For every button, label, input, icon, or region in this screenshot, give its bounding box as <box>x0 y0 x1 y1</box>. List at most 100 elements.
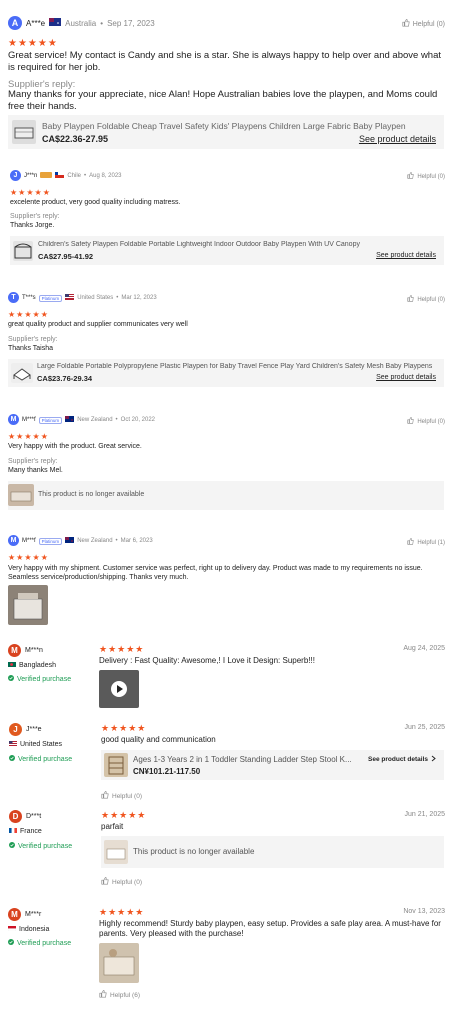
reviewer-country: United States <box>20 741 63 748</box>
helpful-button[interactable]: Helpful (0) <box>407 295 445 304</box>
review-date: Mar 12, 2023 <box>121 295 157 301</box>
review-text: Great service! My contact is Candy and s… <box>8 50 442 73</box>
product-unavailable-card: This product is no longer available <box>8 481 444 510</box>
review-text: Delivery : Fast Quality: Awesome,! I Lov… <box>99 656 315 665</box>
platinum-badge-icon: Platinum <box>38 416 63 424</box>
helpful-button[interactable]: Helpful (6) <box>99 990 140 1000</box>
product-thumbnail <box>12 120 36 144</box>
product-card[interactable]: Ages 1-3 Years 2 in 1 Toddler Standing L… <box>101 750 444 780</box>
review-date: Oct 20, 2022 <box>120 417 156 423</box>
see-product-details-link[interactable]: See product details <box>376 374 436 381</box>
helpful-button[interactable]: Helpful (0) <box>101 877 142 887</box>
thumbs-up-icon <box>407 172 414 181</box>
star-rating: ★★★★★ <box>10 188 51 197</box>
us-flag-icon <box>65 294 75 302</box>
play-icon <box>111 681 127 697</box>
review-text: great quality product and supplier commu… <box>8 321 188 328</box>
gold-badge-icon <box>40 172 53 180</box>
reviewer-country: Australia <box>65 18 97 28</box>
product-card[interactable]: Baby Playpen Foldable Cheap Travel Safet… <box>8 115 444 149</box>
product-thumbnail <box>8 484 34 506</box>
supplier-reply-text: Thanks Jorge. <box>10 222 55 229</box>
reviewer-country: New Zealand <box>77 538 113 544</box>
review-video[interactable] <box>99 670 139 708</box>
unavailable-text: This product is no longer available <box>38 491 145 498</box>
reviewer-name: T***s <box>22 295 36 301</box>
thumbs-up-icon <box>407 417 414 426</box>
star-rating: ★★★★★ <box>99 907 145 917</box>
thumbs-up-icon <box>101 791 109 801</box>
see-product-details-link[interactable]: See product details <box>376 252 436 259</box>
review-text: Highly recommend! Sturdy baby playpen, e… <box>99 919 441 938</box>
product-price: CA$23.76-29.34 <box>37 374 93 383</box>
product-thumbnail <box>13 241 33 261</box>
unavailable-text: This product is no longer available <box>133 847 255 856</box>
product-thumbnail <box>104 753 128 777</box>
review-date: Jun 25, 2025 <box>404 724 445 731</box>
product-card[interactable]: Large Foldable Portable Polypropylene Pl… <box>8 359 444 387</box>
avatar: T <box>8 292 19 303</box>
product-unavailable-card: This product is no longer available <box>101 836 444 868</box>
check-circle-icon <box>8 675 14 683</box>
review-photo[interactable] <box>8 585 48 625</box>
chevron-right-icon <box>431 755 436 764</box>
see-product-details-link[interactable]: See product details <box>359 134 436 144</box>
platinum-badge-icon: Platinum <box>38 294 63 302</box>
product-title: Children's Safety Playpen Foldable Porta… <box>38 241 360 248</box>
check-circle-icon <box>9 755 15 763</box>
star-rating: ★★★★★ <box>8 432 49 441</box>
check-circle-icon <box>9 842 15 850</box>
reviewer-country: Indonesia <box>19 926 50 933</box>
avatar: M <box>8 535 19 546</box>
bangladesh-flag-icon <box>8 662 16 669</box>
thumbs-up-icon <box>99 990 107 1000</box>
thumbs-up-icon <box>407 538 414 547</box>
reviewer-country: Bangladesh <box>19 662 56 669</box>
reviewer-name: A***e <box>26 18 46 28</box>
review-date: Aug 24, 2025 <box>403 645 445 652</box>
helpful-button[interactable]: Helpful (0) <box>402 19 445 29</box>
verified-purchase: Verified purchase <box>8 939 71 947</box>
reviewer-country: France <box>20 828 42 835</box>
avatar: A <box>8 16 22 30</box>
star-rating: ★★★★★ <box>8 553 49 562</box>
supplier-reply-label: Supplier's reply: <box>8 336 58 343</box>
check-circle-icon <box>8 939 14 947</box>
reviewer-country: New Zealand <box>77 417 113 423</box>
avatar: D <box>9 810 22 823</box>
supplier-reply-text: Thanks Taisha <box>8 345 54 352</box>
product-title: Large Foldable Portable Polypropylene Pl… <box>37 363 433 370</box>
see-product-details-link[interactable]: See product details <box>368 755 436 764</box>
avatar: M <box>8 644 21 657</box>
product-thumbnail <box>104 840 128 864</box>
verified-purchase: Verified purchase <box>8 675 71 683</box>
review-photo[interactable] <box>99 943 139 983</box>
product-thumbnail <box>11 363 33 383</box>
product-price: CN¥101.21-117.50 <box>133 767 201 776</box>
supplier-reply-label: Supplier's reply: <box>8 458 58 465</box>
star-rating: ★★★★★ <box>8 310 49 319</box>
supplier-reply-text: Many thanks Mel. <box>8 467 63 474</box>
review-date: Jun 21, 2025 <box>404 811 445 818</box>
reviewer-name: M***f <box>22 538 36 544</box>
reviewer-name: M***n <box>25 647 43 654</box>
new-zealand-flag-icon <box>65 537 75 545</box>
indonesia-flag-icon <box>7 926 17 933</box>
avatar: M <box>8 414 19 425</box>
helpful-button[interactable]: Helpful (0) <box>407 172 445 181</box>
helpful-button[interactable]: Helpful (0) <box>407 417 445 426</box>
product-card[interactable]: Children's Safety Playpen Foldable Porta… <box>10 236 444 265</box>
review-date: Aug 8, 2023 <box>89 173 122 179</box>
helpful-button[interactable]: Helpful (0) <box>101 791 142 801</box>
thumbs-up-icon <box>101 877 109 887</box>
reviewer-name: M***r <box>25 911 42 918</box>
reviewer-country: United States <box>77 295 114 301</box>
reviewer-name: D***t <box>26 813 42 820</box>
product-title: Baby Playpen Foldable Cheap Travel Safet… <box>42 121 406 131</box>
helpful-button[interactable]: Helpful (1) <box>407 538 445 547</box>
product-title: Ages 1-3 Years 2 in 1 Toddler Standing L… <box>133 755 352 764</box>
france-flag-icon <box>9 828 17 835</box>
supplier-reply-text: Many thanks for your appreciate, nice Al… <box>8 89 438 112</box>
star-rating: ★★★★★ <box>99 644 145 654</box>
australia-flag-icon <box>49 18 62 28</box>
